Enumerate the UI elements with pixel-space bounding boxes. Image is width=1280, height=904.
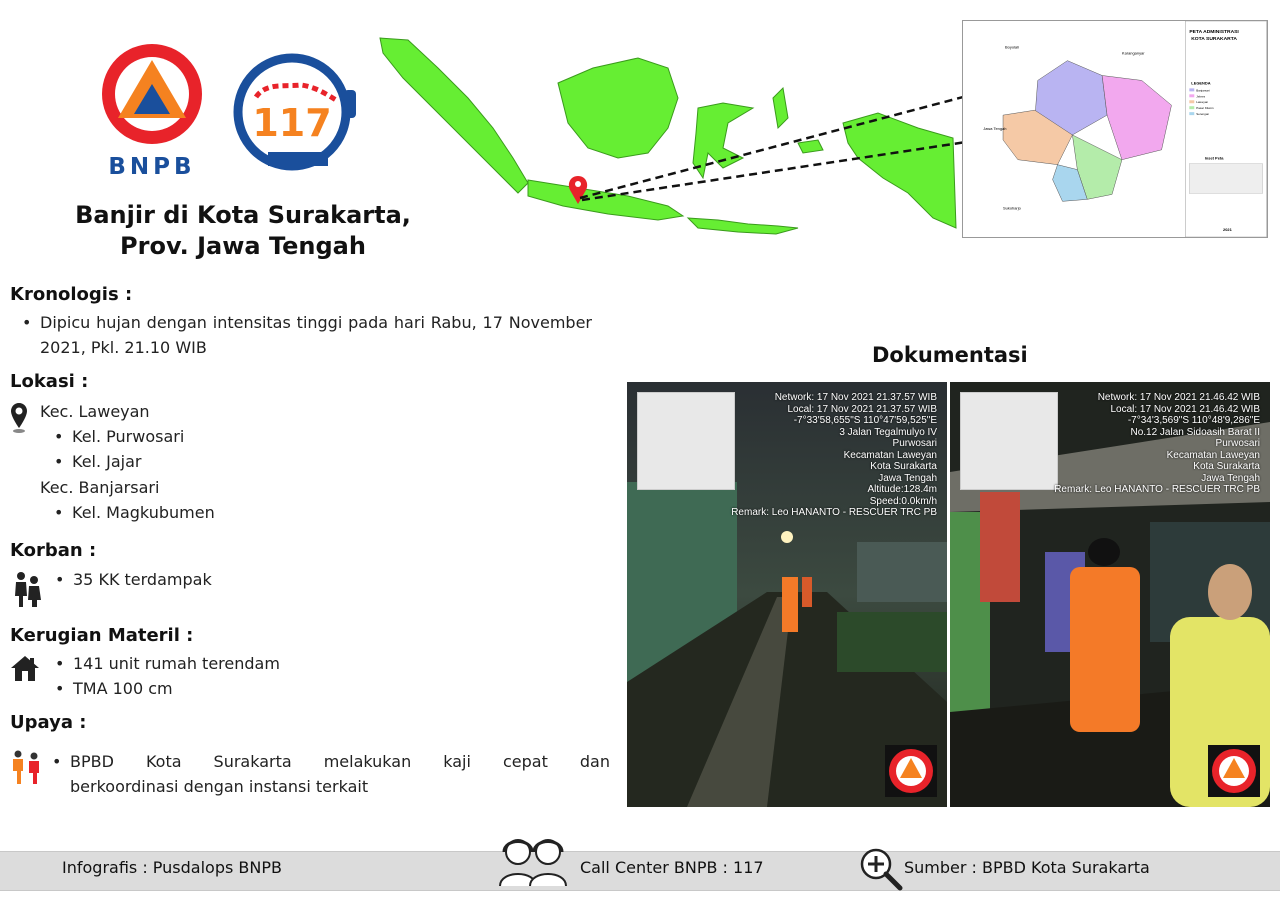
magnifier-plus-icon [860,848,903,891]
svg-text:2021: 2021 [1223,227,1233,232]
gps-overlay-2: Network: 17 Nov 2021 21.46.42 WIB Local:… [1054,392,1260,495]
svg-text:Jebres: Jebres [1196,94,1205,98]
kronologis-item: Dipicu hujan dengan intensitas tinggi pa… [22,310,592,360]
svg-text:Pasar Kliwon: Pasar Kliwon [1196,106,1214,110]
kerugian-item-rumah: 141 unit rumah terendam [55,654,280,673]
pusdalops-number: 117 [252,101,331,145]
rescuers-icon [13,750,39,784]
kelurahan-magkubumen: Kel. Magkubumen [54,503,215,522]
lokasi-title: Lokasi : [10,371,89,392]
svg-text:Inset Peta: Inset Peta [1205,156,1224,161]
gps-minimap [960,392,1058,490]
upaya-title: Upaya : [10,712,87,733]
svg-text:Jawa Tengah: Jawa Tengah [983,126,1006,131]
house-icon [11,656,39,681]
upaya-line-1: BPBD Kota Surakarta melakukan kaji cepat… [70,752,610,771]
call-center-agents-icon [499,839,567,886]
svg-text:Banjarsari: Banjarsari [1196,88,1210,92]
svg-text:LEGENDA: LEGENDA [1191,80,1210,85]
svg-text:Boyolali: Boyolali [1005,45,1019,50]
svg-text:PETA ADMINISTRASI: PETA ADMINISTRASI [1189,29,1239,35]
pusdalops-117-logo: 117 [233,53,356,171]
dokumentasi-title: Dokumentasi [872,343,1028,367]
gps-minimap [637,392,735,490]
surakarta-admin-map: PETA ADMINISTRASI KOTA SURAKARTA LEGENDA… [962,20,1268,238]
kecamatan-banjarsari: Kec. Banjarsari [40,478,160,497]
bpbd-stamp-logo [1208,745,1260,797]
svg-text:Serengan: Serengan [1196,112,1209,116]
gps-overlay-1: Network: 17 Nov 2021 21.37.57 WIB Local:… [731,392,937,518]
svg-text:Karanganyar: Karanganyar [1122,51,1145,56]
documentation-photo-2: Network: 17 Nov 2021 21.46.42 WIB Local:… [950,382,1270,807]
bnpb-logo: BNPB [102,44,202,180]
korban-title: Korban : [10,540,97,561]
documentation-photo-1: Network: 17 Nov 2021 21.37.57 WIB Local:… [627,382,947,807]
bpbd-stamp-logo [885,745,937,797]
footer-infografis: Infografis : Pusdalops BNPB [62,858,282,877]
location-pin-icon [11,403,27,433]
kerugian-title: Kerugian Materil : [10,625,194,646]
upaya-line-2: berkoordinasi dengan instansi terkait [70,777,369,796]
korban-item: 35 KK terdampak [55,570,212,589]
kecamatan-laweyan: Kec. Laweyan [40,402,150,421]
svg-text:Laweyan: Laweyan [1196,100,1208,104]
kelurahan-jajar: Kel. Jajar [54,452,141,471]
svg-text:KOTA SURAKARTA: KOTA SURAKARTA [1191,36,1237,42]
footer-sumber: Sumber : BPBD Kota Surakarta [904,858,1150,877]
kelurahan-purwosari: Kel. Purwosari [54,427,184,446]
kronologis-title: Kronologis : [10,284,133,305]
svg-text:Sukoharjo: Sukoharjo [1003,205,1022,210]
victims-icon [15,572,41,607]
footer-call-center: Call Center BNPB : 117 [580,858,764,877]
upaya-item: BPBD Kota Surakarta melakukan kaji cepat… [52,749,610,799]
kerugian-item-tma: TMA 100 cm [55,679,173,698]
bnpb-acronym: BNPB [108,154,195,180]
